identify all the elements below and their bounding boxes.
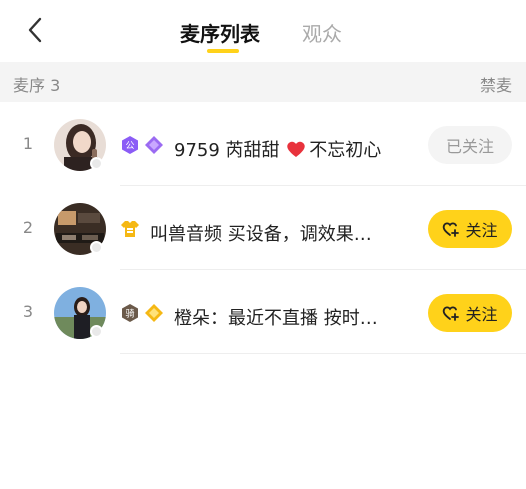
svg-text:骑: 骑 xyxy=(125,308,134,320)
knight-badge-icon: 骑 xyxy=(122,304,138,322)
mute-all-button[interactable]: 禁麦 xyxy=(480,72,512,96)
user-name: 叫兽音频 买设备，调效果… xyxy=(150,224,372,245)
guild-badge-icon: 公 xyxy=(122,136,138,154)
chevron-left-icon xyxy=(28,17,42,43)
active-tab-indicator xyxy=(207,49,239,53)
back-button[interactable] xyxy=(22,14,52,46)
tab-mic-queue[interactable]: 麦序列表 xyxy=(180,18,260,47)
top-nav: 麦序列表 观众 xyxy=(0,0,526,62)
queue-position: 2 xyxy=(22,218,34,237)
badge-group xyxy=(120,218,144,240)
followed-button[interactable]: 已关注 xyxy=(428,126,512,164)
level-diamond-icon xyxy=(145,136,163,154)
divider xyxy=(120,353,526,354)
follow-button[interactable]: 关注 xyxy=(428,294,512,332)
user-name: 橙朵：最近不直播 按时… xyxy=(174,308,378,329)
user-name: 9759 芮甜甜 xyxy=(174,140,280,161)
heart-plus-icon xyxy=(443,222,460,237)
queue-position: 1 xyxy=(22,134,34,153)
user-name-line: 9759 芮甜甜 不忘初心 xyxy=(174,136,381,162)
tab-audience[interactable]: 观众 xyxy=(302,18,342,47)
badge-group: 骑 xyxy=(120,302,168,324)
badge-group: 公 xyxy=(120,134,168,156)
follow-button[interactable]: 关注 xyxy=(428,210,512,248)
heart-plus-icon xyxy=(443,306,460,321)
queue-position: 3 xyxy=(22,302,34,321)
queue-bar: 麦序 3 禁麦 xyxy=(0,62,526,102)
list-item[interactable]: 1 公 9759 芮甜甜 不忘初心 已关注 xyxy=(0,102,526,186)
follow-button-label: 关注 xyxy=(465,305,498,324)
level-shirt-icon xyxy=(121,221,139,237)
online-status-dot xyxy=(90,241,103,254)
user-signature: 不忘初心 xyxy=(309,140,382,161)
red-heart-icon xyxy=(287,141,305,157)
queue-count-label: 麦序 3 xyxy=(13,76,61,95)
list-item[interactable]: 3 骑 橙朵：最近不直播 按时… 关注 xyxy=(0,270,526,354)
online-status-dot xyxy=(90,325,103,338)
online-status-dot xyxy=(90,157,103,170)
level-gem-icon xyxy=(145,304,163,322)
list-item[interactable]: 2 叫兽音频 买设备，调效果… 关注 xyxy=(0,186,526,270)
follow-button-label: 关注 xyxy=(465,221,498,240)
svg-text:公: 公 xyxy=(125,141,134,152)
